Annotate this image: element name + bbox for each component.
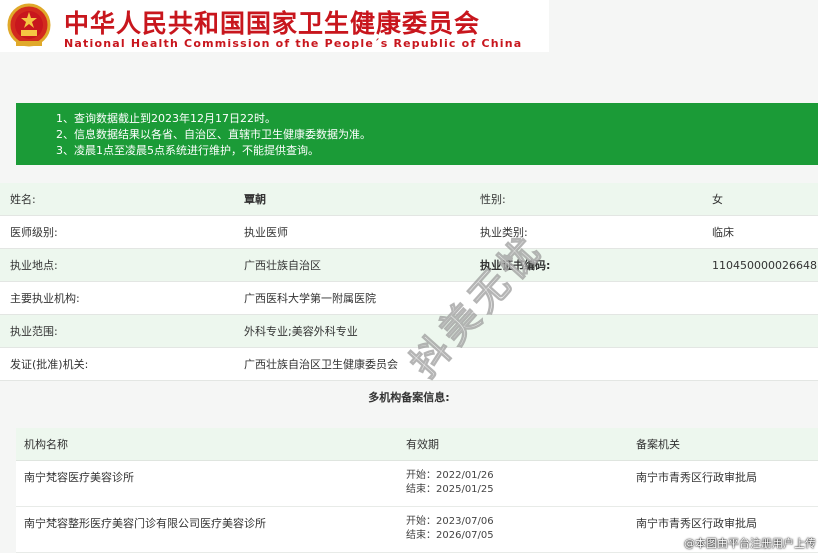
table-header: 机构名称 有效期 备案机关 xyxy=(16,428,818,461)
info-row: 执业地点: 广西壮族自治区 执业证书编码: 110450000026648 xyxy=(0,249,818,282)
site-header: 中华人民共和国国家卫生健康委员会 National Health Commiss… xyxy=(0,0,549,52)
national-emblem-icon xyxy=(7,3,51,47)
validity-start: 开始：2023/07/06 xyxy=(406,516,494,527)
level-value: 执业医师 xyxy=(244,226,288,239)
location-label: 执业地点: xyxy=(10,259,58,272)
gender-value: 女 xyxy=(712,193,723,206)
validity-cell: 开始：2022/01/26 结束：2025/01/25 xyxy=(406,469,494,497)
validity-end: 结束：2026/07/05 xyxy=(406,530,494,541)
issuer-label: 发证(批准)机关: xyxy=(10,358,89,371)
scope-value: 外科专业;美容外科专业 xyxy=(244,325,358,338)
site-title-cn: 中华人民共和国国家卫生健康委员会 xyxy=(64,9,481,38)
notice-line: 1、查询数据截止到2023年12月17日22时。 xyxy=(56,112,276,125)
issuer-value: 广西壮族自治区卫生健康委员会 xyxy=(244,358,398,371)
authority-name: 南宁市青秀区行政审批局 xyxy=(636,517,757,530)
institution-label: 主要执业机构: xyxy=(10,292,80,305)
validity-end: 结束：2025/01/25 xyxy=(406,484,494,495)
col-header-institution: 机构名称 xyxy=(24,438,68,451)
location-value: 广西壮族自治区 xyxy=(244,259,321,272)
category-value: 临床 xyxy=(712,226,734,239)
scope-label: 执业范围: xyxy=(10,325,58,338)
validity-cell: 开始：2023/07/06 结束：2026/07/05 xyxy=(406,515,494,543)
multi-institution-title: 多机构备案信息: xyxy=(368,391,450,404)
table-row: 南宁梵容医疗美容诊所 开始：2022/01/26 结束：2025/01/25 南… xyxy=(16,461,818,507)
col-header-authority: 备案机关 xyxy=(636,438,680,451)
upload-notice: @本图由平台注册用户上传 xyxy=(684,537,816,550)
name-value: 覃朝 xyxy=(244,193,266,206)
info-row: 主要执业机构: 广西医科大学第一附属医院 xyxy=(0,282,818,315)
institution-name: 南宁梵容整形医疗美容门诊有限公司医疗美容诊所 xyxy=(24,517,266,530)
validity-start: 开始：2022/01/26 xyxy=(406,470,494,481)
authority-name: 南宁市青秀区行政审批局 xyxy=(636,471,757,484)
info-row: 医师级别: 执业医师 执业类别: 临床 xyxy=(0,216,818,249)
gender-label: 性别: xyxy=(480,193,506,206)
cert-value: 110450000026648 xyxy=(712,259,817,272)
institution-name: 南宁梵容医疗美容诊所 xyxy=(24,471,134,484)
col-header-validity: 有效期 xyxy=(406,438,439,451)
notice-line: 3、凌晨1点至凌晨5点系统进行维护，不能提供查询。 xyxy=(56,144,319,157)
info-row: 姓名: 覃朝 性别: 女 xyxy=(0,183,818,216)
notice-line: 2、信息数据结果以各省、自治区、直辖市卫生健康委数据为准。 xyxy=(56,128,371,141)
site-title-en: National Health Commission of the People… xyxy=(64,37,523,50)
level-label: 医师级别: xyxy=(10,226,58,239)
notice-banner: 1、查询数据截止到2023年12月17日22时。 2、信息数据结果以各省、自治区… xyxy=(16,103,818,165)
name-label: 姓名: xyxy=(10,193,36,206)
institution-value: 广西医科大学第一附属医院 xyxy=(244,292,376,305)
